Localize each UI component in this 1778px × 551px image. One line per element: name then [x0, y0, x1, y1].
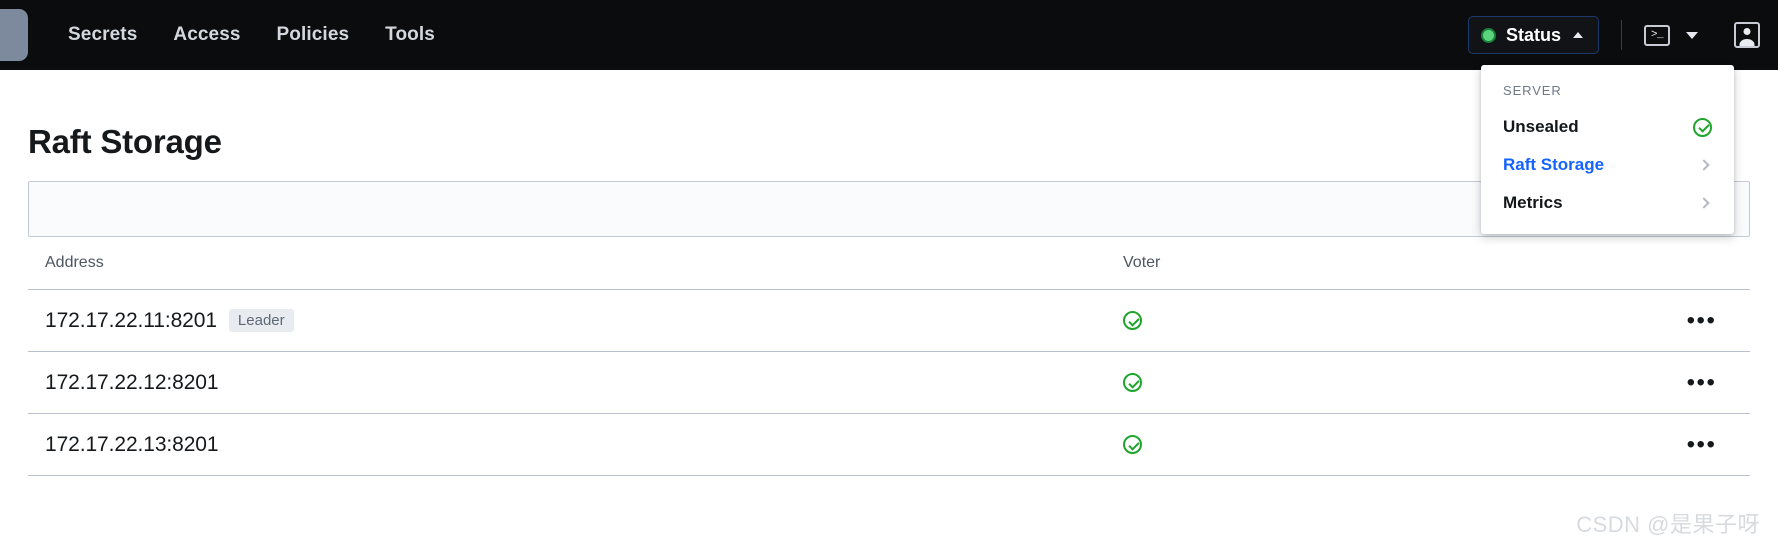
dropdown-item-label: Metrics — [1503, 193, 1563, 212]
check-circle-icon — [1123, 373, 1142, 392]
watermark: CSDN @是果子呀 — [1576, 512, 1760, 537]
cell-actions: ••• — [1653, 432, 1750, 456]
table-row: 172.17.22.11:8201 Leader ••• — [28, 290, 1750, 352]
dropdown-item-unsealed[interactable]: Unsealed — [1481, 108, 1734, 146]
dropdown-item-raft-storage[interactable]: Raft Storage — [1481, 146, 1734, 184]
table-header-row: Address Voter — [28, 237, 1750, 290]
peer-address: 172.17.22.13:8201 — [45, 432, 219, 456]
dropdown-item-label: Raft Storage — [1503, 155, 1605, 174]
chevron-right-icon — [1698, 159, 1710, 171]
nav-link-secrets[interactable]: Secrets — [68, 24, 137, 46]
kebab-menu-icon[interactable]: ••• — [1681, 370, 1723, 394]
leader-badge: Leader — [228, 309, 294, 332]
app-window: Secrets Access Policies Tools Status >_ … — [0, 0, 1778, 551]
kebab-menu-icon[interactable]: ••• — [1681, 432, 1723, 456]
top-navbar: Secrets Access Policies Tools Status >_ — [0, 0, 1778, 70]
table-row: 172.17.22.13:8201 ••• — [28, 414, 1750, 476]
cell-actions: ••• — [1653, 308, 1750, 332]
dropdown-item-metrics[interactable]: Metrics — [1481, 184, 1734, 222]
user-avatar-icon[interactable] — [1734, 22, 1760, 48]
nav-link-policies[interactable]: Policies — [277, 24, 350, 46]
cell-address: 172.17.22.11:8201 Leader — [28, 309, 1093, 333]
terminal-icon[interactable]: >_ — [1644, 24, 1670, 46]
column-header-address: Address — [45, 254, 104, 271]
table-row: 172.17.22.12:8201 ••• — [28, 352, 1750, 414]
raft-peers-table: Address Voter 172.17.22.11:8201 Leader •… — [28, 237, 1750, 476]
nav-link-tools[interactable]: Tools — [385, 24, 435, 46]
status-button-label: Status — [1505, 24, 1561, 45]
cell-address: 172.17.22.13:8201 — [28, 433, 1093, 457]
vault-logo-icon[interactable] — [0, 9, 28, 61]
status-dropdown-menu: SERVER Unsealed Raft Storage Metrics — [1481, 65, 1734, 234]
column-header-voter: Voter — [1123, 254, 1161, 271]
nav-link-access[interactable]: Access — [173, 24, 240, 46]
chevron-up-icon — [1573, 32, 1583, 38]
cell-voter — [1093, 373, 1653, 392]
chevron-down-icon[interactable] — [1686, 31, 1698, 39]
kebab-menu-icon[interactable]: ••• — [1681, 308, 1723, 332]
status-indicator-icon — [1480, 27, 1496, 43]
dropdown-section-title: SERVER — [1503, 83, 1562, 98]
chevron-right-icon — [1698, 197, 1710, 209]
peer-address: 172.17.22.12:8201 — [45, 370, 219, 394]
dropdown-item-label: Unsealed — [1503, 117, 1579, 136]
cell-address: 172.17.22.12:8201 — [28, 371, 1093, 395]
navbar-divider — [1621, 20, 1622, 50]
cell-voter — [1093, 435, 1653, 454]
check-circle-icon — [1123, 311, 1142, 330]
cell-voter — [1093, 311, 1653, 330]
check-circle-icon — [1693, 117, 1712, 137]
navbar-right-cluster: Status >_ — [1467, 16, 1778, 54]
status-dropdown-button[interactable]: Status — [1467, 16, 1599, 54]
peer-address: 172.17.22.11:8201 — [45, 308, 217, 332]
check-circle-icon — [1123, 435, 1142, 454]
primary-nav: Secrets Access Policies Tools — [68, 24, 435, 46]
cell-actions: ••• — [1653, 370, 1750, 394]
